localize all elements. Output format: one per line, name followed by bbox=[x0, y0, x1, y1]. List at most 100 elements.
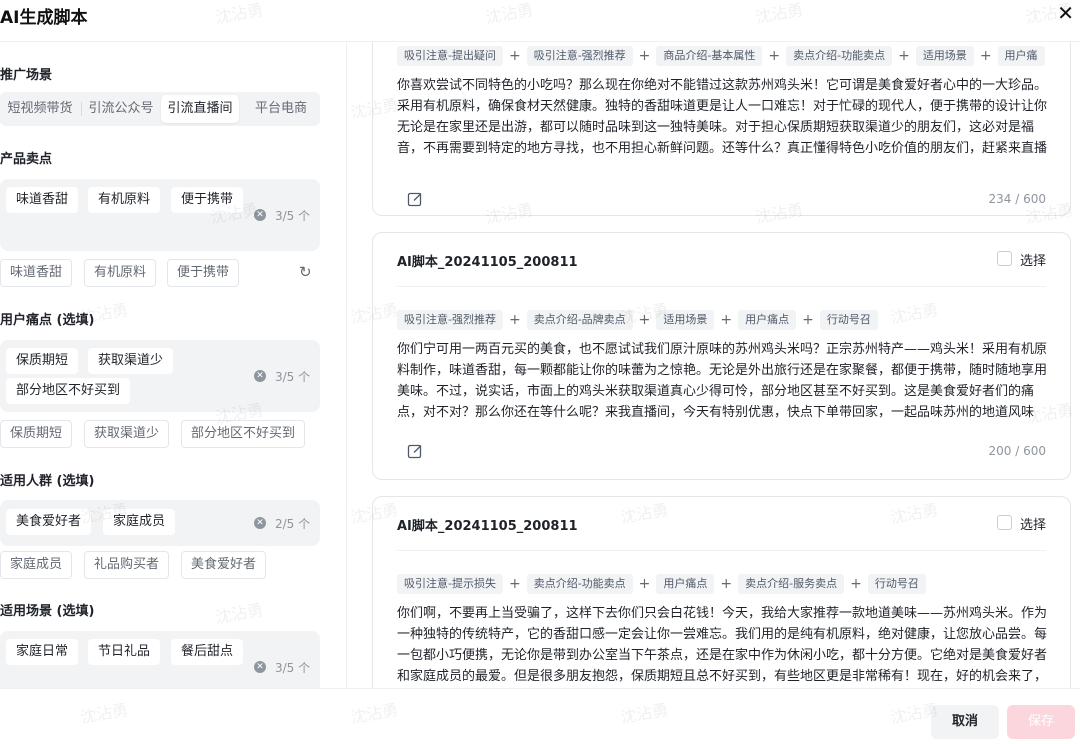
dialog-footer: 取消 保存 bbox=[0, 688, 1080, 744]
step-tag: 用户痛点 bbox=[738, 310, 797, 330]
scene-section-title: 推广场景 bbox=[0, 68, 53, 83]
selling-points-count: 3/5 个 bbox=[275, 209, 311, 223]
script-card: AI脚本_20241105_200811 选择 吸引注意-提示损失 + 卖点介绍-… bbox=[372, 496, 1071, 688]
plus-icon: + bbox=[638, 48, 651, 64]
selling-point-suggestion[interactable]: 有机原料 bbox=[84, 259, 157, 287]
panel-divider bbox=[346, 42, 347, 688]
pain-point-suggestion[interactable]: 保质期短 bbox=[0, 420, 73, 448]
clear-icon[interactable]: ✕ bbox=[254, 370, 266, 382]
save-button[interactable]: 保存 bbox=[1007, 705, 1075, 739]
audience-suggestion[interactable]: 家庭成员 bbox=[0, 551, 73, 579]
refresh-icon[interactable]: ↻ bbox=[299, 263, 312, 281]
usage-scene-chip[interactable]: 节日礼品 bbox=[88, 639, 161, 665]
step-tag: 商品介绍-基本属性 bbox=[656, 46, 763, 66]
step-tag: 卖点介绍-功能卖点 bbox=[786, 46, 893, 66]
pain-point-chip[interactable]: 获取渠道少 bbox=[88, 348, 174, 374]
audience-chip[interactable]: 美食爱好者 bbox=[6, 509, 92, 535]
clear-icon[interactable]: ✕ bbox=[254, 517, 266, 529]
step-tag: 吸引注意-提示损失 bbox=[397, 574, 503, 594]
card-divider bbox=[397, 286, 1046, 287]
plus-icon: + bbox=[508, 576, 521, 592]
scene-option-ecommerce[interactable]: 平台电商 bbox=[242, 95, 320, 123]
pain-points-tagbox[interactable]: 保质期短 获取渠道少 部分地区不好买到 ✕ 3/5 个 bbox=[0, 340, 320, 412]
step-tag: 行动号召 bbox=[819, 310, 878, 330]
step-tag: 吸引注意-提出疑问 bbox=[397, 46, 503, 66]
script-steps: 吸引注意-提出疑问 + 吸引注意-强烈推荐 + 商品介绍-基本属性 + 卖点介绍-功能… bbox=[397, 46, 1045, 66]
selling-point-chip[interactable]: 味道香甜 bbox=[6, 187, 79, 213]
plus-icon: + bbox=[508, 48, 521, 64]
card-divider bbox=[397, 550, 1046, 551]
config-panel: 推广场景 短视频带货 引流公众号 引流直播间 平台电商 产品卖点 味道香甜 有机… bbox=[0, 42, 330, 688]
step-tag: 吸引注意-强烈推荐 bbox=[526, 46, 633, 66]
pain-point-chip[interactable]: 保质期短 bbox=[6, 348, 79, 374]
edit-icon[interactable] bbox=[407, 443, 423, 459]
audience-tagbox[interactable]: 美食爱好者 家庭成员 ✕ 2/5 个 bbox=[0, 500, 320, 546]
select-checkbox[interactable] bbox=[997, 515, 1012, 530]
plus-icon: + bbox=[898, 48, 910, 64]
scene-option-public-account[interactable]: 引流公众号 bbox=[82, 95, 160, 123]
clear-icon[interactable]: ✕ bbox=[254, 209, 266, 221]
audience-count: 2/5 个 bbox=[275, 517, 311, 531]
plus-icon: + bbox=[638, 576, 651, 592]
cancel-button[interactable]: 取消 bbox=[931, 705, 999, 739]
selling-points-title: 产品卖点 bbox=[0, 152, 53, 167]
script-list[interactable]: 吸引注意-提出疑问 + 吸引注意-强烈推荐 + 商品介绍-基本属性 + 卖点介绍-功能… bbox=[372, 42, 1072, 688]
edit-icon[interactable] bbox=[407, 191, 423, 207]
selling-point-suggestion[interactable]: 便于携带 bbox=[167, 259, 240, 287]
plus-icon: + bbox=[720, 576, 733, 592]
plus-icon: + bbox=[638, 312, 651, 328]
audience-chip[interactable]: 家庭成员 bbox=[103, 509, 176, 535]
dialog-header: AI生成脚本 ✕ bbox=[0, 0, 1080, 42]
script-text: 你们啊，不要再上当受骗了，这样下去你们只会白花钱！今天，我给大家推荐一款地道美味… bbox=[397, 606, 1047, 684]
step-tag: 用户痛点 bbox=[656, 574, 715, 594]
scene-option-short-video[interactable]: 短视频带货 bbox=[0, 95, 80, 123]
usage-scene-chip[interactable]: 家庭日常 bbox=[6, 639, 79, 665]
script-card: AI脚本_20241105_200811 选择 吸引注意-强烈推荐 + 卖点介绍-… bbox=[372, 232, 1071, 480]
usage-scene-chip[interactable]: 餐后甜点 bbox=[171, 639, 244, 665]
step-tag: 行动号召 bbox=[867, 574, 926, 594]
script-title: AI脚本_20241105_200811 bbox=[397, 255, 578, 270]
pain-point-chip[interactable]: 部分地区不好买到 bbox=[6, 378, 131, 404]
close-icon[interactable]: ✕ bbox=[1057, 2, 1074, 24]
usage-scene-tagbox[interactable]: 家庭日常 节日礼品 餐后甜点 ✕ 3/5 个 bbox=[0, 631, 320, 688]
step-tag: 卖点介绍-功能卖点 bbox=[526, 574, 633, 594]
plus-icon: + bbox=[802, 312, 814, 328]
audience-suggestion[interactable]: 礼品购买者 bbox=[84, 551, 170, 579]
usage-scene-title: 适用场景 (选填) bbox=[0, 604, 95, 619]
select-label[interactable]: 选择 bbox=[1020, 514, 1046, 533]
step-tag: 吸引注意-强烈推荐 bbox=[397, 310, 503, 330]
step-tag: 适用场景 bbox=[915, 46, 974, 66]
step-tag: 卖点介绍-服务卖点 bbox=[738, 574, 845, 594]
plus-icon: + bbox=[850, 576, 862, 592]
step-tag: 适用场景 bbox=[656, 310, 715, 330]
pain-point-suggestion[interactable]: 部分地区不好买到 bbox=[181, 420, 306, 448]
clear-icon[interactable]: ✕ bbox=[254, 661, 266, 673]
char-counter: 234 / 600 bbox=[988, 192, 1046, 206]
plus-icon: + bbox=[979, 48, 992, 64]
pain-point-suggestion[interactable]: 获取渠道少 bbox=[84, 420, 170, 448]
select-label[interactable]: 选择 bbox=[1020, 250, 1046, 269]
audience-suggestion[interactable]: 美食爱好者 bbox=[181, 551, 267, 579]
plus-icon: + bbox=[508, 312, 521, 328]
script-text: 你们宁可用一两百元买的美食，也不愿试试我们原汁原味的苏州鸡头米吗？正宗苏州特产—… bbox=[397, 342, 1047, 420]
script-steps: 吸引注意-提示损失 + 卖点介绍-功能卖点 + 用户痛点 + 卖点介绍-服务卖点 + 行… bbox=[397, 574, 926, 594]
scene-segmented-control: 短视频带货 引流公众号 引流直播间 平台电商 bbox=[0, 92, 320, 126]
selling-point-chip[interactable]: 便于携带 bbox=[171, 187, 244, 213]
selling-points-tagbox[interactable]: 味道香甜 有机原料 便于携带 ✕ 3/5 个 bbox=[0, 179, 320, 251]
usage-scene-count: 3/5 个 bbox=[275, 661, 311, 675]
char-counter: 200 / 600 bbox=[988, 444, 1046, 458]
script-text: 你喜欢尝试不同特色的小吃吗？那么现在你绝对不能错过这款苏州鸡头米！它可谓是美食爱… bbox=[397, 78, 1047, 156]
script-title: AI脚本_20241105_200811 bbox=[397, 519, 578, 534]
audience-title: 适用人群 (选填) bbox=[0, 474, 95, 489]
dialog-title: AI生成脚本 bbox=[0, 8, 88, 28]
plus-icon: + bbox=[768, 48, 781, 64]
selling-point-suggestion[interactable]: 味道香甜 bbox=[0, 259, 73, 287]
script-card: 吸引注意-提出疑问 + 吸引注意-强烈推荐 + 商品介绍-基本属性 + 卖点介绍-功能… bbox=[372, 42, 1071, 216]
select-checkbox[interactable] bbox=[997, 251, 1012, 266]
selling-point-chip[interactable]: 有机原料 bbox=[88, 187, 161, 213]
step-tag: 用户痛 bbox=[997, 46, 1045, 66]
plus-icon: + bbox=[720, 312, 733, 328]
step-tag: 卖点介绍-品牌卖点 bbox=[526, 310, 633, 330]
scene-option-live-stream[interactable]: 引流直播间 bbox=[161, 95, 239, 123]
pain-points-title: 用户痛点 (选填) bbox=[0, 313, 95, 328]
